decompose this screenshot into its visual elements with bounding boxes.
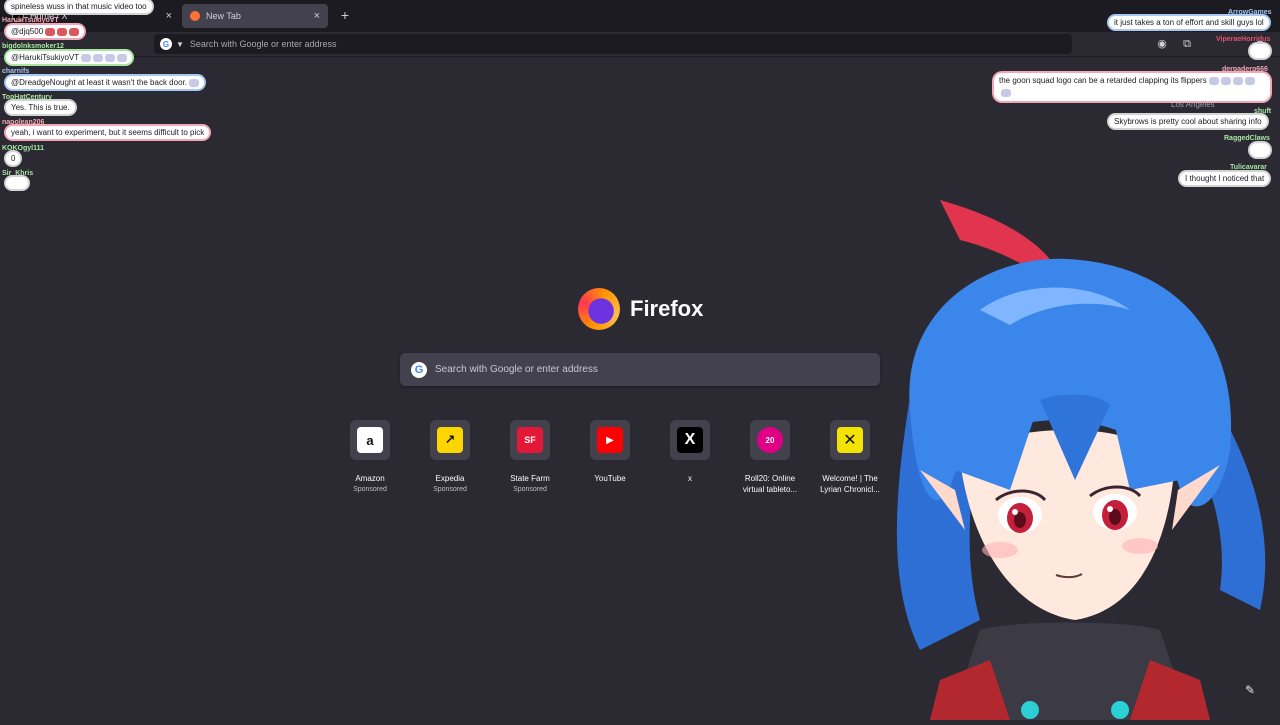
chat-username: RaggedClaws (1224, 135, 1270, 142)
tab-label: New Tab (206, 11, 241, 21)
emote-icon (1220, 76, 1231, 85)
firefox-favicon-icon (190, 11, 200, 21)
chat-username: KOKOgyl111 (2, 145, 45, 152)
tile-sponsored: Sponsored (433, 486, 467, 493)
tile-title: YouTube (594, 474, 626, 483)
chat-username: ViperaeHorridus (1216, 36, 1271, 43)
chat-message: 0 (6, 152, 21, 165)
tile-icon-box: ▶ (590, 420, 630, 460)
chat-emote-bubble (1250, 143, 1270, 157)
emote-icon (117, 53, 128, 62)
extensions-icon[interactable]: ⧉ (1180, 37, 1194, 51)
tile-x[interactable]: X x (650, 420, 730, 484)
chat-message: @DreadgeNought at least it wasn't the ba… (6, 76, 204, 89)
tile-expedia[interactable]: ↗ Expedia Sponsored (410, 420, 490, 495)
amazon-icon: a (357, 427, 383, 453)
chat-username: charnifs (2, 68, 30, 75)
chat-emote-bubble (6, 177, 28, 189)
chat-username: Sir_Khris (2, 170, 34, 177)
tile-sponsored: Sponsored (353, 486, 387, 493)
tile-icon-box: SF (510, 420, 550, 460)
home-search-box[interactable]: G Search with Google or enter address (400, 353, 880, 386)
emote-icon (1244, 76, 1255, 85)
chat-text: @HarukiTsukiyoVT (11, 53, 80, 62)
tile-roll20[interactable]: 20 Roll20: Online virtual tableto... (730, 420, 810, 495)
chat-username: shuft (1254, 108, 1272, 115)
tile-title-line2: virtual tableto... (742, 485, 798, 494)
chat-message: it just takes a ton of effort and skill … (1109, 16, 1269, 29)
chat-text: @DreadgeNought at least it wasn't the ba… (11, 78, 187, 87)
close-icon[interactable]: × (166, 10, 172, 22)
state-farm-icon: SF (517, 427, 543, 453)
emote-icon (45, 27, 56, 36)
tile-icon-box: X (670, 420, 710, 460)
emote-icon (57, 27, 68, 36)
chat-message: spineless wuss in that music video too (6, 0, 152, 13)
google-icon[interactable]: G (160, 38, 172, 50)
chat-message: Yes. This is true. (6, 101, 75, 114)
roll20-icon: 20 (757, 427, 783, 453)
emote-icon (1001, 88, 1011, 97)
firefox-logo-icon (578, 288, 620, 330)
vtuber-avatar-illustration (896, 200, 1266, 720)
tile-title: x (688, 474, 692, 483)
emote-icon (69, 27, 80, 36)
chat-message: @djq500 (6, 25, 85, 38)
chat-message: the goon squad logo can be a retarded cl… (994, 73, 1270, 101)
emote-icon (1232, 76, 1243, 85)
tile-icon-box: ↗ (430, 420, 470, 460)
chat-username: TopHatCentury (2, 94, 53, 101)
tile-title: State Farm (510, 474, 550, 483)
emote-icon (188, 78, 199, 87)
chat-username: ArrowGames (1228, 9, 1272, 16)
emote-icon (81, 53, 92, 62)
youtube-icon: ▶ (597, 427, 623, 453)
emote-icon (93, 53, 104, 62)
tile-youtube[interactable]: ▶ YouTube (570, 420, 650, 484)
tile-icon-box: a (350, 420, 390, 460)
new-tab-button[interactable]: + (336, 6, 354, 24)
chevron-down-icon[interactable]: ▼ (176, 40, 184, 49)
chat-text: @djq500 (11, 27, 44, 36)
top-sites: a Amazon Sponsored ↗ Expedia Sponsored S… (330, 420, 890, 500)
firefox-brand: Firefox (578, 288, 703, 330)
vtuber-avatar (860, 190, 1280, 720)
tile-sponsored: Sponsored (513, 486, 547, 493)
tile-title: Roll20: Online virtual tableto... (730, 473, 810, 495)
chat-message: Skybrows is pretty cool about sharing in… (1109, 115, 1267, 128)
chat-message: yeah, i want to experiment, but it seems… (6, 126, 210, 139)
chat-username: derpaderp666 (1222, 66, 1268, 73)
tab-bar: Home / X × New Tab × + (0, 0, 1280, 32)
tile-amazon[interactable]: a Amazon Sponsored (330, 420, 410, 495)
edit-pencil-icon[interactable]: ✎ (1242, 682, 1258, 698)
chat-username: napolean206 (2, 119, 45, 126)
x-logo-icon: X (677, 427, 703, 453)
tile-title: Amazon (355, 474, 385, 483)
close-icon[interactable]: × (314, 10, 320, 22)
search-input[interactable]: Search with Google or enter address (435, 364, 598, 375)
brand-name: Firefox (630, 296, 704, 321)
google-icon: G (411, 361, 427, 378)
tile-icon-box: 20 (750, 420, 790, 460)
account-icon[interactable]: ◉ (1155, 37, 1169, 51)
tile-title-line1: Roll20: Online (744, 474, 796, 483)
emote-icon (105, 53, 116, 62)
chat-text: the goon squad logo can be a retarded cl… (999, 76, 1207, 85)
location-label: Los Angeles (1171, 100, 1215, 109)
chat-message: @HarukiTsukiyoVT (6, 51, 133, 64)
tile-state-farm[interactable]: SF State Farm Sponsored (490, 420, 570, 495)
chat-username: bigdolnksmoker12 (2, 43, 64, 50)
emote-icon (1208, 76, 1219, 85)
chat-username: HarukiTsukiyoVT (2, 17, 59, 24)
expedia-icon: ↗ (437, 427, 463, 453)
chat-message: I thought I noticed that (1180, 172, 1270, 185)
tile-title: Expedia (435, 474, 465, 483)
chat-username: Tulicavarar (1230, 164, 1267, 171)
url-input[interactable]: Search with Google or enter address (190, 39, 337, 49)
chat-emote-bubble (1250, 44, 1270, 58)
nav-bar: G ▼ Search with Google or enter address … (0, 32, 1280, 57)
tab-new-tab[interactable]: New Tab × (182, 4, 328, 28)
url-bar[interactable]: G ▼ Search with Google or enter address (154, 34, 1072, 54)
